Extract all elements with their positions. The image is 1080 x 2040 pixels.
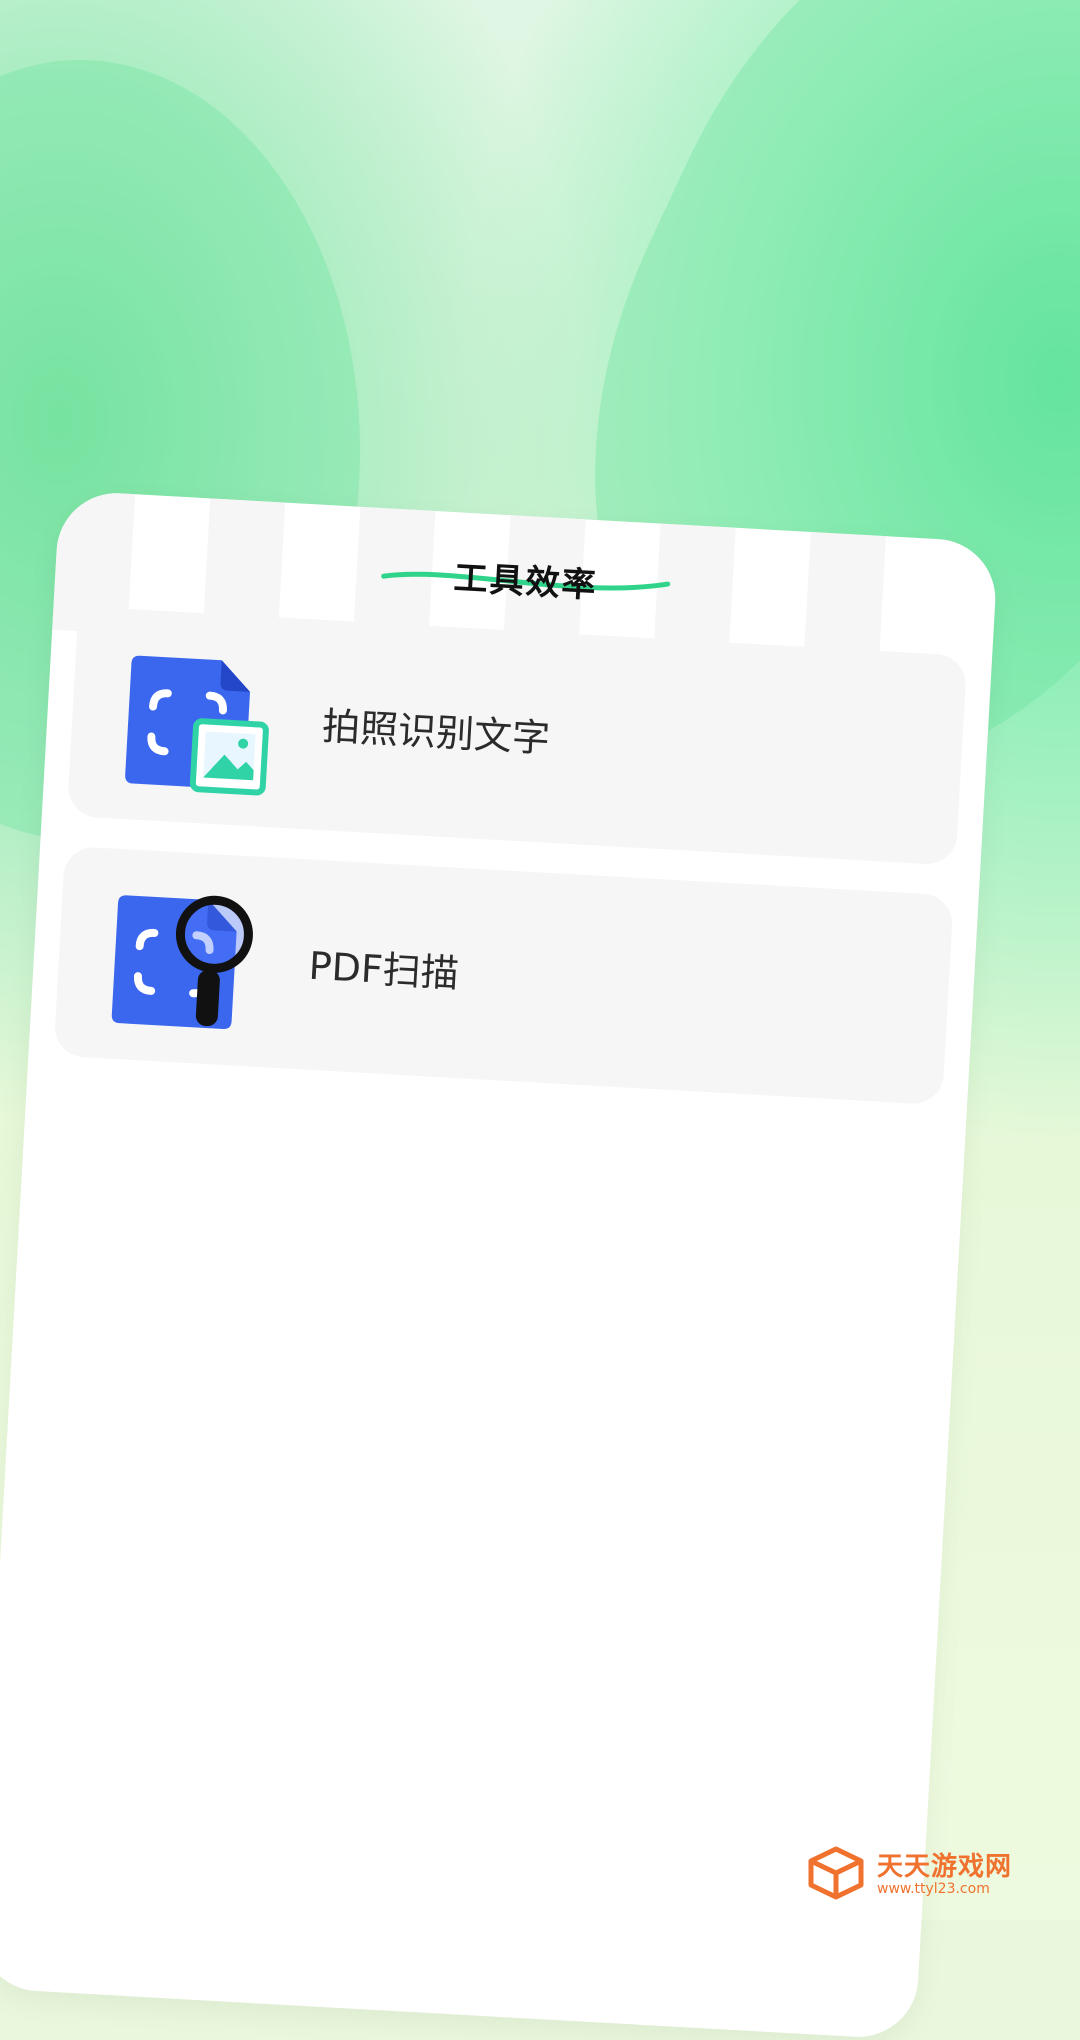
pdf-scan-icon (105, 889, 263, 1041)
tool-efficiency-card: 工具效率 拍照识别文字 PDF扫描 (0, 490, 999, 2040)
tool-label-photo-ocr: 拍照识别文字 (321, 704, 552, 761)
cube-logo-icon (805, 1845, 867, 1905)
tool-item-pdf-scan[interactable]: PDF扫描 (53, 845, 954, 1106)
watermark-url: www.ttyl23.com (877, 1880, 990, 1897)
watermark-name: 天天游戏网 (877, 1852, 1013, 1882)
photo-ocr-icon (118, 649, 276, 801)
tool-label-pdf-scan: PDF扫描 (307, 943, 460, 996)
watermark: 天天游戏网 www.ttyl23.com (805, 1845, 1012, 1905)
